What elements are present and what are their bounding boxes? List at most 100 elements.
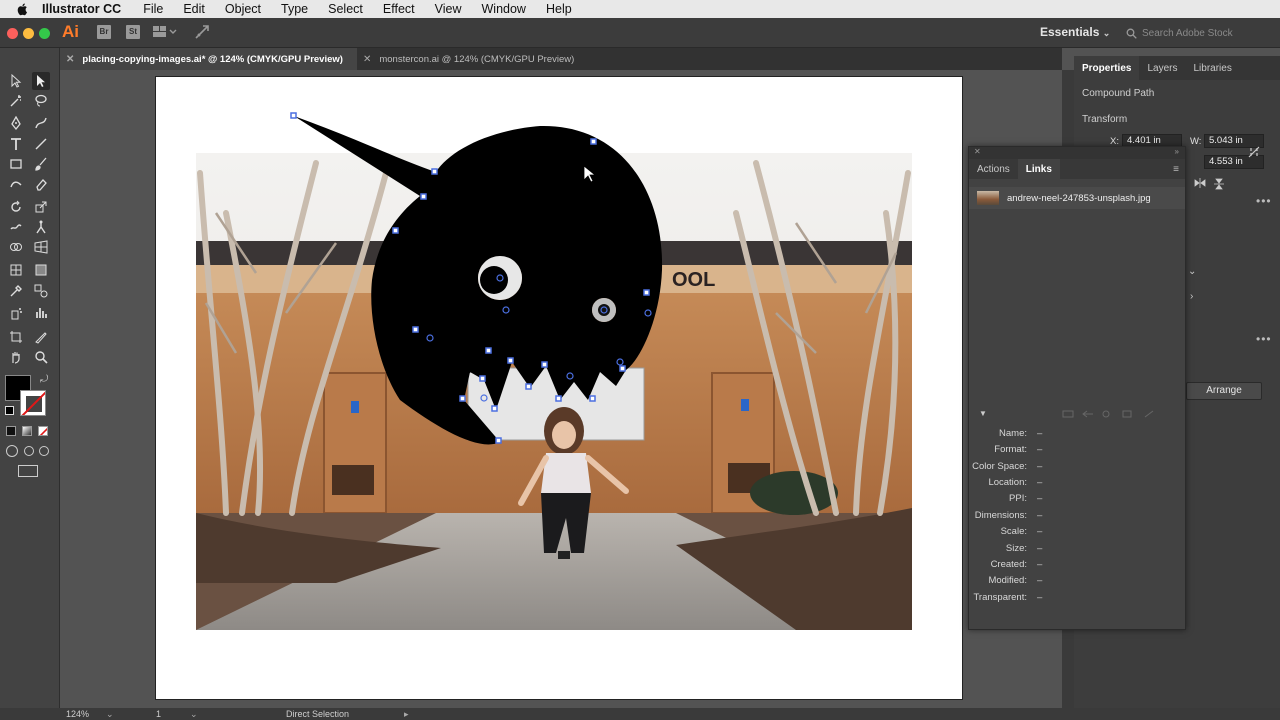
arrange-documents-icon[interactable] [153, 26, 177, 38]
draw-behind-icon[interactable] [24, 446, 34, 456]
maximize-window-button[interactable] [39, 28, 50, 39]
close-icon[interactable]: ✕ [66, 54, 74, 65]
bridge-button[interactable]: Br [97, 25, 111, 39]
arrange-button[interactable]: Arrange [1186, 382, 1262, 400]
default-colors-icon[interactable] [5, 406, 14, 415]
draw-inside-icon[interactable] [39, 446, 49, 456]
link-actions-icons[interactable] [1061, 409, 1161, 419]
lasso-tool[interactable] [32, 92, 50, 110]
status-menu-arrow-icon[interactable]: ▸ [404, 708, 409, 720]
apple-icon[interactable] [16, 2, 30, 16]
stock-button[interactable]: St [126, 25, 140, 39]
direct-selection-tool[interactable] [32, 72, 50, 90]
gradient-mode-icon[interactable] [22, 426, 32, 436]
magic-wand-tool[interactable] [7, 92, 25, 110]
curvature-tool[interactable] [32, 114, 50, 132]
link-thumbnail [977, 191, 999, 205]
gpu-performance-icon[interactable] [195, 25, 209, 39]
gradient-tool[interactable] [32, 261, 50, 279]
school-sign-text: OOL [672, 269, 715, 291]
selection-tool[interactable] [7, 72, 25, 90]
close-icon[interactable]: ✕ [974, 147, 981, 156]
artboard-number-field[interactable]: 1 [156, 708, 161, 720]
rectangle-tool[interactable] [7, 155, 25, 173]
shaper-icon [10, 181, 22, 188]
more-options-icon[interactable]: ••• [1256, 194, 1272, 208]
symbol-sprayer-tool[interactable] [7, 304, 25, 322]
menu-view[interactable]: View [435, 2, 462, 16]
unlink-proportions-icon[interactable] [1248, 146, 1260, 158]
zoom-level-field[interactable]: 124% [66, 708, 89, 720]
collapse-icon[interactable]: » [1175, 147, 1179, 156]
rotate-tool[interactable] [7, 198, 25, 216]
screen-mode-icon[interactable] [18, 465, 38, 477]
show-link-info-icon[interactable]: ▼ [979, 409, 987, 418]
pen-tool[interactable] [7, 114, 25, 132]
paintbrush-tool[interactable] [32, 155, 50, 173]
close-window-button[interactable] [7, 28, 18, 39]
eraser-tool[interactable] [32, 175, 50, 193]
panel-menu-icon[interactable]: ≡ [1173, 164, 1179, 175]
perspective-grid-tool[interactable] [32, 238, 50, 256]
tab-monstercon[interactable]: ✕ monstercon.ai @ 124% (CMYK/GPU Preview… [357, 48, 588, 70]
search-placeholder: Search Adobe Stock [1142, 27, 1233, 39]
link-list-item[interactable]: andrew-neel-247853-unsplash.jpg [969, 187, 1185, 209]
more-options-icon[interactable]: ••• [1256, 332, 1272, 346]
menu-window[interactable]: Window [482, 2, 526, 16]
menu-edit[interactable]: Edit [183, 2, 205, 16]
mesh-tool[interactable] [7, 261, 25, 279]
perspective-grid-icon [34, 240, 48, 254]
menu-object[interactable]: Object [225, 2, 261, 16]
column-graph-tool[interactable] [32, 304, 50, 322]
tab-placing-copying-images[interactable]: ✕ placing-copying-images.ai* @ 124% (CMY… [60, 48, 357, 70]
color-mode-icon[interactable] [6, 426, 16, 436]
object-type-label: Compound Path [1082, 88, 1155, 99]
stroke-swatch[interactable] [20, 390, 46, 416]
document-canvas[interactable]: OOL [60, 70, 1062, 708]
chevron-down-icon[interactable]: ⌄ [1188, 266, 1196, 277]
menu-file[interactable]: File [143, 2, 163, 16]
none-mode-icon[interactable] [38, 426, 48, 436]
shaper-tool[interactable] [7, 175, 25, 193]
search-stock-field[interactable]: Search Adobe Stock [1126, 24, 1276, 42]
chevron-down-icon: ⌄ [1102, 28, 1111, 38]
zoom-tool[interactable] [32, 348, 50, 366]
puppet-warp-tool[interactable] [32, 218, 50, 236]
app-name-menu[interactable]: Illustrator CC [42, 2, 121, 16]
tab-libraries[interactable]: Libraries [1185, 56, 1239, 80]
line-segment-tool[interactable] [32, 135, 50, 153]
chevron-down-icon[interactable]: ⌄ [106, 708, 114, 720]
panel-drag-bar[interactable]: ✕ » [969, 147, 1185, 159]
minimize-window-button[interactable] [23, 28, 34, 39]
menu-select[interactable]: Select [328, 2, 363, 16]
scale-tool[interactable] [32, 198, 50, 216]
shape-builder-tool[interactable] [7, 238, 25, 256]
placed-photo[interactable]: OOL [196, 153, 912, 630]
hand-tool[interactable] [7, 348, 25, 366]
flip-horizontal-icon[interactable] [1194, 178, 1206, 188]
slice-tool[interactable] [32, 328, 50, 346]
type-tool[interactable] [7, 135, 25, 153]
flip-vertical-icon[interactable] [1214, 178, 1224, 190]
warp-tool[interactable] [7, 218, 25, 236]
mesh-icon [10, 264, 22, 276]
tab-actions[interactable]: Actions [969, 159, 1018, 179]
menu-effect[interactable]: Effect [383, 2, 415, 16]
tab-layers[interactable]: Layers [1139, 56, 1185, 80]
chevron-right-icon[interactable]: › [1190, 291, 1193, 302]
draw-normal-icon[interactable] [6, 445, 18, 457]
eyedropper-tool[interactable] [7, 282, 25, 300]
blend-tool[interactable] [32, 282, 50, 300]
chevron-down-icon[interactable]: ⌄ [190, 708, 198, 720]
menu-help[interactable]: Help [546, 2, 572, 16]
tab-links[interactable]: Links [1017, 159, 1060, 179]
artboard-tool[interactable] [7, 328, 25, 346]
menu-type[interactable]: Type [281, 2, 308, 16]
artboard-icon [10, 331, 22, 343]
direct-selection-arrow-icon [37, 75, 45, 87]
workspace-switcher[interactable]: Essentials ⌄ [1040, 25, 1110, 39]
swap-fill-stroke-icon[interactable]: ⤾ [40, 374, 48, 385]
tab-properties[interactable]: Properties [1074, 56, 1140, 80]
close-icon[interactable]: ✕ [363, 54, 371, 65]
tab-label: monstercon.ai @ 124% (CMYK/GPU Preview) [379, 53, 575, 65]
